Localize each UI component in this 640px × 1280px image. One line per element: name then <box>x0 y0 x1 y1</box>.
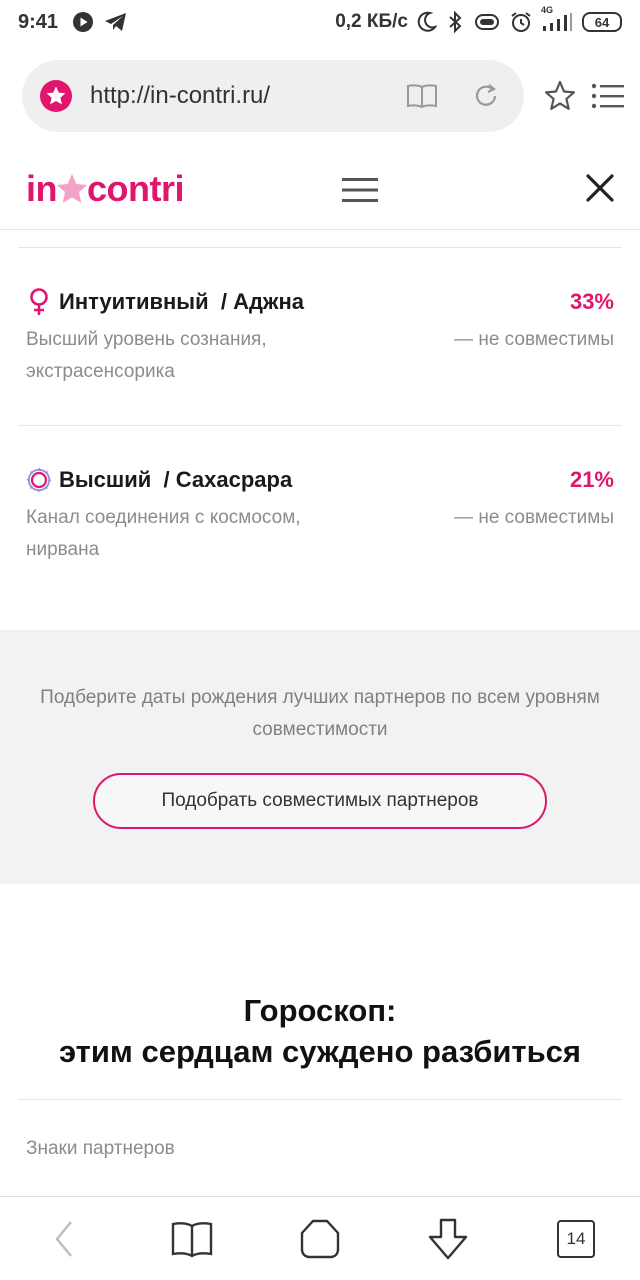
partner-finder-text: Подберите даты рождения лучших партнеров… <box>40 687 600 740</box>
close-icon[interactable] <box>582 170 618 206</box>
level-percent: 21% <box>569 467 614 492</box>
status-time: 9:41 <box>18 10 59 33</box>
partner-finder-block: Подберите даты рождения лучших партнеров… <box>0 630 640 884</box>
level-title: Высший / Сахасрара <box>59 467 293 492</box>
find-partners-button[interactable]: Подобрать совместимых партнеров <box>93 773 547 829</box>
chevron-left-icon <box>55 1221 72 1257</box>
status-bar: 9:41 0,2 КБ/с 4G 64 <box>0 0 640 44</box>
browser-address-row: http://in-contri.ru/ <box>0 58 640 134</box>
logo-text-left: in <box>26 168 58 209</box>
browser-bottom-nav: 14 <box>0 1196 640 1280</box>
downloads-button[interactable] <box>426 1217 470 1261</box>
level-percent: 33% <box>569 289 614 314</box>
back-button[interactable] <box>42 1217 86 1261</box>
url-text[interactable]: http://in-contri.ru/ <box>90 82 378 110</box>
compat-level-item: Высший / Сахасрара 21% Канал соединения … <box>26 462 614 566</box>
book-icon <box>407 84 437 109</box>
menu-hamburger-icon[interactable] <box>340 170 380 210</box>
divider <box>18 1099 622 1100</box>
media-play-icon <box>72 11 94 33</box>
logo-star-icon <box>55 172 89 206</box>
download-arrow-icon <box>428 1218 468 1260</box>
level-status: — не совместимы <box>454 507 614 528</box>
level-description: Высший уровень сознания, экстрасенсорика <box>26 329 267 382</box>
divider <box>18 425 622 426</box>
vibrate-icon <box>473 11 501 33</box>
telegram-icon <box>104 11 128 33</box>
partner-signs-label: Знаки партнеров <box>26 1138 175 1159</box>
site-header: in contri <box>0 150 640 230</box>
alarm-icon <box>510 11 532 33</box>
venus-icon <box>26 287 52 317</box>
bluetooth-icon <box>446 10 464 34</box>
site-logo[interactable]: in contri <box>26 168 185 210</box>
tabs-button[interactable]: 14 <box>554 1217 598 1261</box>
level-title: Интуитивный / Аджна <box>59 289 305 314</box>
logo-text-right: contri <box>87 168 185 209</box>
horoscope-title-line1: Гороскоп: <box>243 993 397 1028</box>
reader-mode-button[interactable] <box>402 76 442 116</box>
home-icon <box>300 1219 340 1259</box>
reload-button[interactable] <box>466 76 506 116</box>
sahasrara-icon <box>26 465 52 495</box>
book-icon <box>171 1222 213 1258</box>
do-not-disturb-icon <box>417 11 437 33</box>
reload-icon <box>475 84 497 106</box>
star-icon <box>544 80 576 110</box>
signal-label: 4G <box>541 5 554 15</box>
url-bar[interactable]: http://in-contri.ru/ <box>22 60 524 132</box>
level-description: Канал соединения с космосом, нирвана <box>26 507 301 560</box>
home-button[interactable] <box>298 1217 342 1261</box>
battery-indicator: 64 <box>582 12 622 32</box>
level-status: — не совместимы <box>454 329 614 350</box>
horoscope-title: Гороскоп: этим сердцам суждено разбиться <box>0 990 640 1072</box>
list-icon <box>591 83 624 109</box>
compat-level-item: Интуитивный / Аджна 33% Высший уровень с… <box>26 284 614 388</box>
site-favicon-icon <box>40 80 72 112</box>
signal-icon: 4G <box>541 5 573 33</box>
bookmark-star-button[interactable] <box>540 76 580 116</box>
network-speed: 0,2 КБ/с <box>335 11 408 32</box>
reading-list-button[interactable] <box>170 1217 214 1261</box>
bookmarks-list-button[interactable] <box>588 76 628 116</box>
tab-count: 14 <box>557 1220 595 1258</box>
divider <box>18 247 622 248</box>
horoscope-title-line2: этим сердцам суждено разбиться <box>58 1034 582 1069</box>
